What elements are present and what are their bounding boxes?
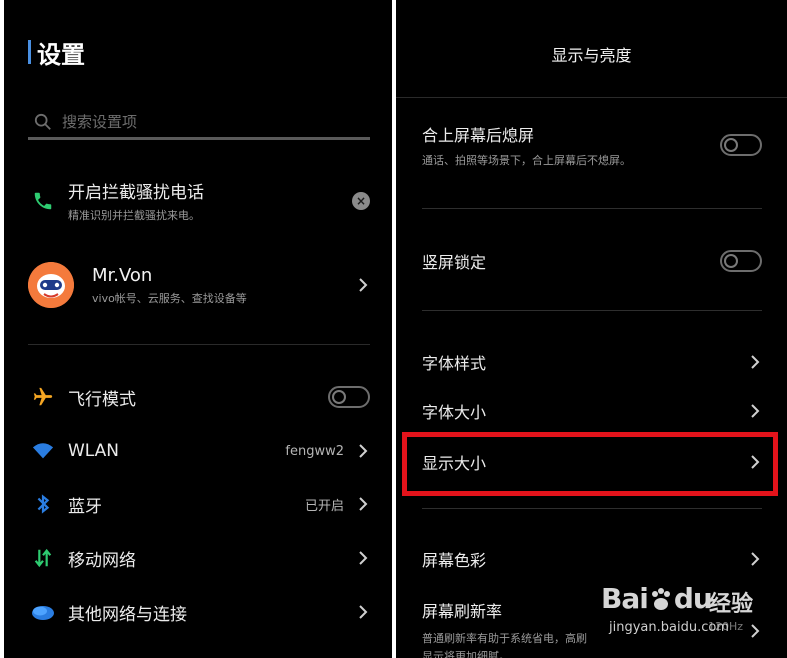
- intercept-subtitle: 精准识别并拦截骚扰来电。: [68, 209, 200, 222]
- airplane-icon: [28, 382, 58, 412]
- watermark-brand: Bai du: [601, 582, 713, 615]
- page-title-bar: 设置: [28, 38, 85, 69]
- phone-icon: [28, 186, 58, 216]
- settings-item-label: 飞行模式: [68, 389, 136, 410]
- profile-subtitle: vivo帐号、云服务、查找设备等: [92, 291, 247, 305]
- header: 显示与亮度: [396, 0, 787, 98]
- font-size-item[interactable]: 字体大小: [422, 399, 762, 423]
- rotation-lock-toggle[interactable]: [720, 250, 762, 272]
- paw-icon: [651, 588, 670, 610]
- search-icon: [34, 113, 51, 130]
- section-divider: [422, 208, 762, 209]
- section-divider: [422, 508, 762, 509]
- settings-panel: 设置 搜索设置项 开启拦截骚扰电话 精准识别并拦截骚扰来电。 × Mr.Von …: [4, 0, 392, 658]
- mobile-network-icon: [28, 543, 58, 573]
- font-style-label: 字体样式: [422, 354, 487, 373]
- baidu-watermark: Bai du 经验 jingyan.baidu.com: [601, 572, 781, 652]
- settings-item-label: 移动网络: [68, 550, 136, 571]
- bluetooth-value: 已开启: [304, 498, 344, 514]
- rotation-lock-item[interactable]: 竖屏锁定: [422, 249, 762, 273]
- search-placeholder: 搜索设置项: [62, 113, 138, 131]
- chevron-right-icon: [751, 404, 760, 418]
- screen-color-label: 屏幕色彩: [422, 551, 487, 570]
- font-style-item[interactable]: 字体样式: [422, 350, 762, 374]
- close-icon[interactable]: ×: [352, 191, 370, 210]
- intercept-calls-item[interactable]: 开启拦截骚扰电话 精准识别并拦截骚扰来电。 ×: [28, 178, 370, 223]
- chevron-right-icon: [359, 278, 368, 292]
- settings-item-airplane[interactable]: 飞行模式: [28, 382, 370, 412]
- font-size-label: 字体大小: [422, 403, 487, 422]
- watermark-cn: 经验: [709, 592, 754, 617]
- settings-item-bluetooth[interactable]: 蓝牙 已开启: [28, 489, 370, 519]
- other-network-icon: [28, 597, 58, 627]
- chevron-right-icon: [359, 605, 368, 619]
- highlight-box: [402, 432, 778, 496]
- close-lid-subtitle: 通话、拍照等场景下，合上屏幕后不熄屏。: [422, 154, 631, 167]
- wlan-value: fengww2: [285, 443, 344, 459]
- chevron-right-icon: [751, 552, 760, 566]
- settings-item-mobile-network[interactable]: 移动网络: [28, 543, 370, 573]
- chevron-right-icon: [751, 355, 760, 369]
- settings-item-wlan[interactable]: WLAN fengww2: [28, 436, 370, 466]
- airplane-toggle[interactable]: [328, 386, 370, 408]
- close-lid-label: 合上屏幕后熄屏: [422, 126, 535, 145]
- rotation-lock-label: 竖屏锁定: [422, 253, 487, 272]
- watermark-url: jingyan.baidu.com: [609, 620, 729, 635]
- bluetooth-icon: [28, 489, 58, 519]
- chevron-right-icon: [359, 444, 368, 458]
- profile-name: Mr.Von: [92, 264, 153, 286]
- settings-item-label: WLAN: [68, 441, 120, 461]
- account-profile-item[interactable]: Mr.Von vivo帐号、云服务、查找设备等: [28, 262, 370, 308]
- close-lid-toggle[interactable]: [720, 134, 762, 156]
- section-divider: [422, 310, 762, 311]
- display-brightness-panel: 显示与亮度 合上屏幕后熄屏 通话、拍照等场景下，合上屏幕后不熄屏。 竖屏锁定 字…: [396, 0, 787, 658]
- search-input[interactable]: 搜索设置项: [28, 106, 370, 140]
- chevron-right-icon: [359, 497, 368, 511]
- wifi-icon: [28, 436, 58, 466]
- chevron-right-icon: [359, 551, 368, 565]
- screen-color-item[interactable]: 屏幕色彩: [422, 547, 762, 571]
- settings-item-other-network[interactable]: 其他网络与连接: [28, 597, 370, 627]
- intercept-title: 开启拦截骚扰电话: [68, 183, 204, 203]
- settings-item-label: 其他网络与连接: [68, 604, 187, 625]
- title-accent: [28, 40, 31, 64]
- page-title: 显示与亮度: [551, 46, 632, 65]
- page-title: 设置: [37, 40, 85, 69]
- avatar: [28, 262, 74, 308]
- section-divider: [28, 344, 370, 345]
- settings-item-label: 蓝牙: [68, 496, 102, 517]
- close-lid-item[interactable]: 合上屏幕后熄屏 通话、拍照等场景下，合上屏幕后不熄屏。: [422, 122, 762, 168]
